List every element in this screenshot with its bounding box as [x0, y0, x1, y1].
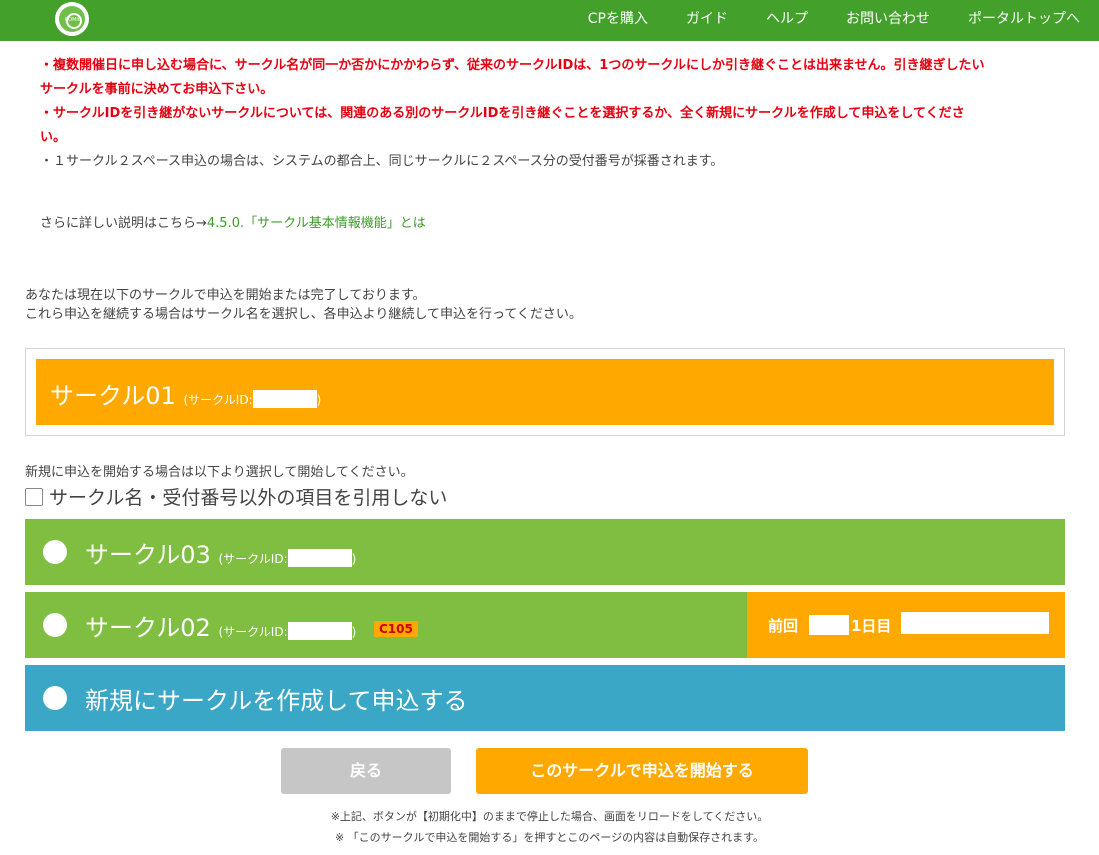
- warning-line: ・サークルIDを引き継がないサークルについては、関連のある別のサークルIDを引き…: [40, 106, 965, 121]
- option-new-circle[interactable]: 新規にサークルを作成して申込する: [25, 665, 1065, 731]
- radio-circle03[interactable]: [43, 540, 67, 564]
- more-info-link[interactable]: 4.5.0.「サークル基本情報機能」とは: [207, 216, 426, 231]
- previous-space-redacted: [901, 612, 1049, 634]
- option-circle02-label: サークル02 (サークルID:) C105: [85, 608, 418, 643]
- more-info-prefix: さらに詳しい説明はこちら→: [40, 216, 207, 231]
- current-status-text: あなたは現在以下のサークルで申込を開始または完了しております。 これら申込を継続…: [25, 286, 582, 324]
- previous-event-redacted: [809, 615, 849, 635]
- back-button[interactable]: 戻る: [281, 748, 451, 794]
- logo-icon: COMIC: [59, 6, 85, 32]
- new-start-text: 新規に申込を開始する場合は以下より選択して開始してください。: [25, 465, 414, 480]
- previous-label: 前回: [768, 617, 799, 635]
- previous-participation: 前回 1日目: [747, 592, 1065, 658]
- current-circle-box: サークル01 (サークルID:): [25, 348, 1065, 436]
- current-circle-label: サークル01 (サークルID:): [50, 376, 321, 411]
- option-circle03-label: サークル03 (サークルID:): [85, 535, 356, 570]
- radio-circle02[interactable]: [43, 613, 67, 637]
- footer-note: ※上記、ボタンが【初期化中】のままで停止した場合、画面をリロードをしてください。: [330, 810, 769, 823]
- footer-note: ※ 「このサークルで申込を開始する」を押すとこのページの内容は自動保存されます。: [334, 831, 765, 844]
- status-line: これら申込を継続する場合はサークル名を選択し、各申込より継続して申込を行ってくだ…: [25, 307, 582, 322]
- event-badge: C105: [373, 621, 418, 637]
- status-line: あなたは現在以下のサークルで申込を開始または完了しております。: [25, 288, 426, 303]
- more-info: さらに詳しい説明はこちら→4.5.0.「サークル基本情報機能」とは: [40, 212, 426, 236]
- no-copy-option: サークル名・受付番号以外の項目を引用しない: [25, 483, 447, 510]
- option-circle03[interactable]: サークル03 (サークルID:): [25, 519, 1065, 585]
- circle-id-suffix: ): [351, 552, 357, 566]
- warning-line: サークルを事前に決めてお申込下さい。: [40, 82, 274, 97]
- no-copy-checkbox[interactable]: [25, 487, 43, 506]
- warning-line: ・複数開催日に申し込む場合に、サークル名が同一か否かにかかわらず、従来のサークル…: [40, 58, 985, 73]
- option-new-circle-label: 新規にサークルを作成して申込する: [85, 687, 468, 715]
- logo-text: COMIC: [64, 17, 82, 23]
- info-line: ・１サークル２スペース申込の場合は、システムの都合上、同じサークルに２スペース分…: [40, 154, 724, 169]
- circle-id-prefix: (サークルID:: [218, 625, 288, 639]
- no-copy-checkbox-label[interactable]: サークル名・受付番号以外の項目を引用しない: [49, 483, 447, 510]
- circle-id-redacted: [287, 622, 352, 640]
- circle-id-suffix: ): [316, 393, 322, 407]
- notes-section: ・複数開催日に申し込む場合に、サークル名が同一か否かにかかわらず、従来のサークル…: [40, 30, 1070, 174]
- warning-line: い。: [40, 130, 67, 145]
- current-circle-item[interactable]: サークル01 (サークルID:): [36, 359, 1054, 425]
- radio-new-circle[interactable]: [43, 686, 67, 710]
- circle-name: サークル01: [50, 382, 176, 410]
- previous-day: 1日目: [851, 617, 892, 635]
- circle-id-prefix: (サークルID:: [183, 393, 253, 407]
- circle-id-redacted: [287, 549, 352, 567]
- start-application-button[interactable]: このサークルで申込を開始する: [476, 748, 808, 794]
- circle-id-redacted: [252, 390, 317, 408]
- circle-id-prefix: (サークルID:: [218, 552, 288, 566]
- circle-name: サークル03: [85, 541, 211, 569]
- circle-name: サークル02: [85, 614, 211, 642]
- option-circle02[interactable]: サークル02 (サークルID:) C105 前回 1日目: [25, 592, 1065, 658]
- circle-id-suffix: ): [351, 625, 357, 639]
